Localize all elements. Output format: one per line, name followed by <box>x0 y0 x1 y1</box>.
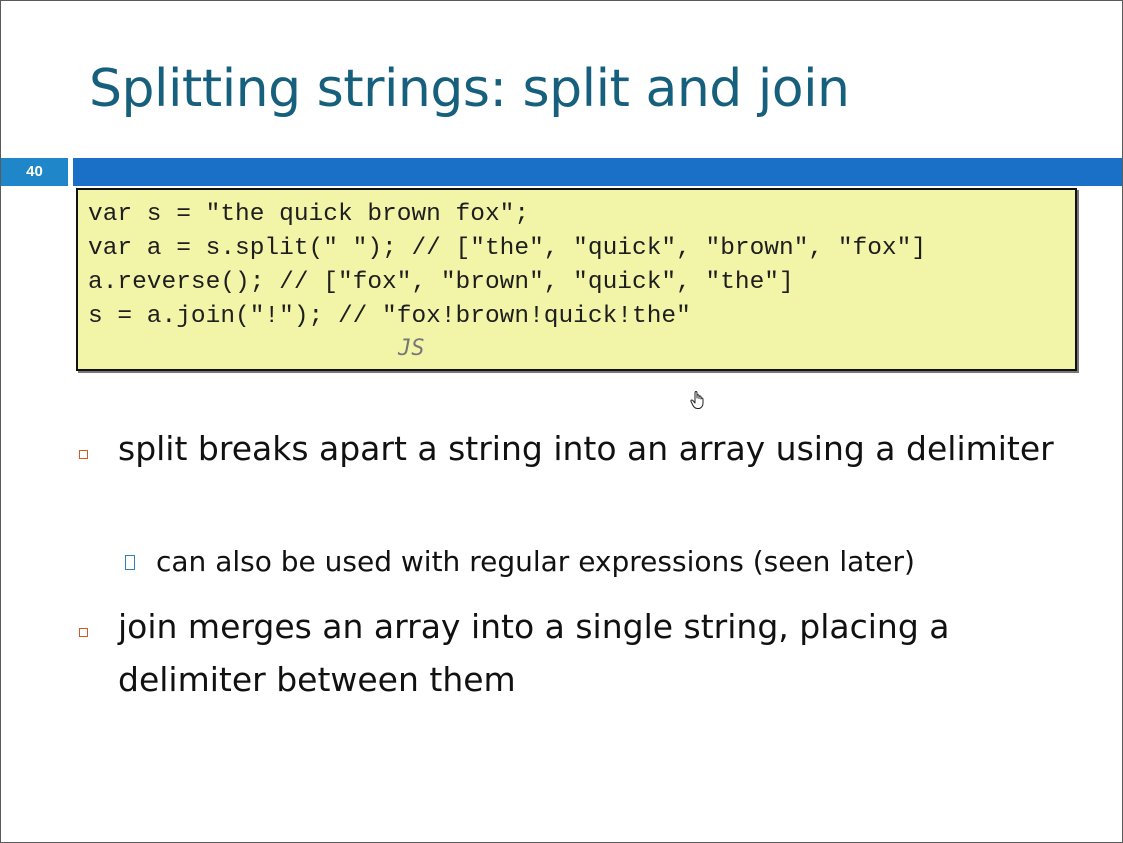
square-bullet-icon <box>79 450 88 459</box>
slide: Splitting strings: split and join 40 var… <box>0 0 1123 843</box>
bullet-text: join merges an array into a single strin… <box>118 607 950 699</box>
sub-bullet-text: can also be used with regular expression… <box>156 545 915 578</box>
code-line: a.reverse(); // ["fox", "brown", "quick"… <box>88 269 794 296</box>
slide-number-badge: 40 <box>1 158 68 186</box>
square-bullet-icon <box>79 628 88 637</box>
code-language-label: JS <box>398 336 425 361</box>
code-block: var s = "the quick brown fox"; var a = s… <box>76 188 1077 371</box>
code-line: s = a.join("!"); // "fox!brown!quick!the… <box>88 303 691 330</box>
code-line: var a = s.split(" "); // ["the", "quick"… <box>88 235 927 262</box>
bullet-text: split breaks apart a string into an arra… <box>118 429 1054 468</box>
title-underline-bar <box>73 158 1122 186</box>
box-glyph-icon <box>125 555 135 570</box>
hand-pointer-icon <box>689 390 707 410</box>
code-line: var s = "the quick brown fox"; <box>88 201 530 228</box>
slide-title: Splitting strings: split and join <box>89 59 850 119</box>
